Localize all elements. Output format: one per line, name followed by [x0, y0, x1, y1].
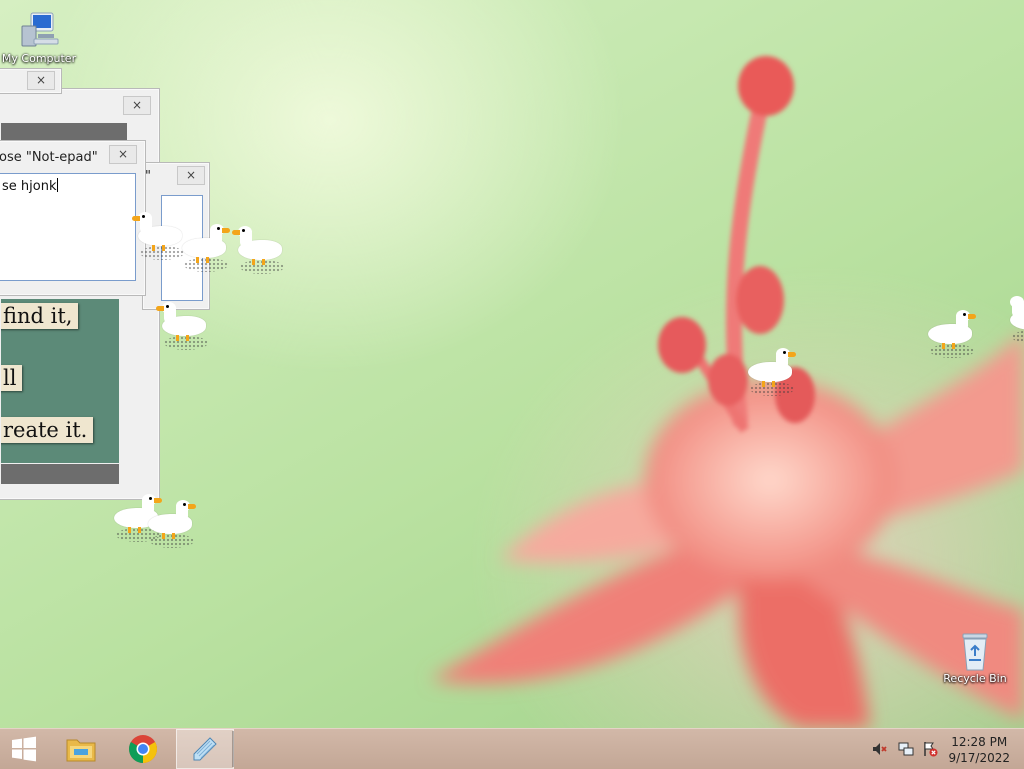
desktop-icon-label: My Computer	[1, 52, 77, 65]
dialog-title: ose "Not-epad"	[0, 150, 98, 165]
not-epad-dialog[interactable]: ose "Not-epad" × se hjonk	[0, 140, 146, 296]
goose[interactable]	[1008, 296, 1024, 344]
volume-muted-icon[interactable]	[872, 741, 888, 757]
goose[interactable]	[232, 226, 292, 274]
goose[interactable]	[746, 348, 802, 396]
folder-icon	[66, 739, 96, 762]
text-caret	[57, 178, 59, 192]
clock-time: 12:28 PM	[951, 735, 1008, 749]
close-button[interactable]: ×	[123, 96, 151, 115]
close-button[interactable]: ×	[27, 71, 55, 90]
start-button[interactable]	[0, 729, 48, 769]
taskbar-clock[interactable]: 12:28 PM 9/17/2022	[948, 734, 1010, 766]
action-center-flag-icon[interactable]	[922, 741, 938, 757]
meme-text-line: ll	[1, 365, 23, 391]
windows-logo-icon	[12, 736, 36, 762]
taskbar: 12:28 PM 9/17/2022	[0, 728, 1024, 769]
desktop-icon-label: Recycle Bin	[943, 672, 1007, 685]
goose[interactable]	[180, 224, 236, 272]
stacked-window-frame[interactable]: ×	[0, 68, 62, 94]
goose[interactable]	[146, 500, 202, 548]
network-icon[interactable]	[898, 741, 914, 757]
notepad-icon	[193, 737, 217, 761]
desktop-icon-my-computer[interactable]: My Computer	[0, 10, 78, 65]
meme-image: find it, ll reate it.	[1, 299, 119, 463]
taskbar-file-explorer[interactable]	[52, 729, 110, 769]
meme-text-line: reate it.	[1, 417, 94, 443]
window-dark-bar	[1, 123, 127, 141]
typed-text: se hjonk	[2, 178, 59, 194]
window-dark-bar	[1, 464, 119, 484]
computer-icon	[19, 10, 59, 50]
goose[interactable]	[926, 310, 982, 358]
desktop-icon-recycle-bin[interactable]: Recycle Bin	[935, 630, 1015, 685]
meme-text-line: find it,	[1, 303, 79, 329]
goose[interactable]	[156, 302, 216, 350]
clock-date: 9/17/2022	[948, 751, 1010, 765]
taskbar-chrome[interactable]	[114, 729, 172, 769]
chrome-icon	[129, 735, 157, 763]
recycle-bin-icon	[955, 630, 995, 671]
text-input[interactable]: se hjonk	[0, 173, 136, 281]
close-button[interactable]: ×	[177, 166, 205, 185]
close-button[interactable]: ×	[109, 145, 137, 164]
taskbar-divider	[232, 731, 234, 767]
taskbar-notepad[interactable]	[176, 729, 234, 769]
